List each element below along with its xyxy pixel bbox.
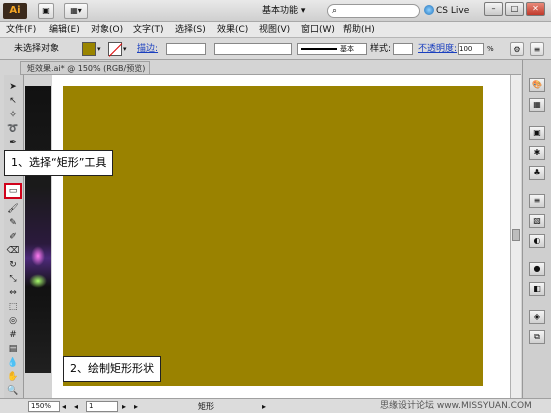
stroke-color-swatch[interactable] [108, 42, 122, 56]
previous-page-icon[interactable]: ◂ [74, 401, 78, 412]
magic-wand-tool-icon[interactable]: ✧ [6, 109, 20, 121]
layers-panel-icon[interactable]: ◈ [529, 310, 545, 324]
swatches-panel-icon[interactable]: ▣ [529, 126, 545, 140]
menu-object[interactable]: 对象(O) [91, 24, 123, 36]
paintbrush-tool-icon[interactable]: 🖌 [6, 203, 20, 215]
maximize-button[interactable]: □ [505, 2, 524, 16]
free-transform-tool-icon[interactable]: ⬚ [6, 301, 20, 313]
brush-stroke-preview [301, 48, 337, 50]
arrange-documents-button[interactable]: ▦▾ [64, 3, 88, 19]
eyedropper-tool-icon[interactable]: 💧 [6, 357, 20, 369]
graphic-style-dropdown[interactable] [393, 43, 413, 55]
stroke-weight-field[interactable] [166, 43, 206, 55]
document-setup-button[interactable]: ⚙ [510, 42, 524, 56]
first-page-icon[interactable]: ◂ [62, 401, 66, 412]
gradient-tool-icon[interactable]: ▤ [6, 343, 20, 355]
step2-callout: 2、绘制矩形形状 [63, 356, 161, 382]
width-tool-icon[interactable]: ⇔ [6, 287, 20, 299]
opacity-unit: % [487, 45, 494, 53]
menu-window[interactable]: 窗口(W) [301, 24, 335, 36]
minimize-button[interactable]: – [484, 2, 503, 16]
background-image-strip [25, 86, 51, 373]
stroke-weight-label[interactable]: 描边: [137, 44, 158, 55]
brush-definition[interactable]: 基本 [297, 43, 367, 55]
status-menu-icon[interactable]: ▸ [262, 401, 266, 412]
menu-type[interactable]: 文字(T) [133, 24, 164, 36]
cs-live-button[interactable]: CS Live ▾ [424, 4, 474, 30]
search-icon: ⌕ [332, 6, 338, 16]
style-label: 样式: [370, 44, 392, 54]
selection-status: 未选择对象 [14, 44, 60, 54]
control-bar: 未选择对象 ▾ ▾ 描边: 基本 样式: 不透明度: 100 % ⚙ ≡ [0, 38, 551, 60]
zoom-field[interactable]: 150% [28, 401, 60, 412]
transparency-panel-icon[interactable]: ◐ [529, 234, 545, 248]
pencil-tool-icon[interactable]: ✎ [6, 217, 20, 229]
menu-view[interactable]: 视图(V) [259, 24, 290, 36]
menu-file[interactable]: 文件(F) [6, 24, 36, 36]
magenta-glow [31, 246, 45, 266]
eraser-tool-icon[interactable]: ⌫ [6, 245, 20, 257]
stroke-panel-icon[interactable]: ≡ [529, 194, 545, 208]
zoom-tool-icon[interactable]: 🔍 [6, 385, 20, 397]
pen-tool-icon[interactable]: ✒ [6, 137, 20, 149]
drawn-rectangle[interactable] [63, 86, 483, 386]
fill-color-swatch[interactable] [82, 42, 96, 56]
vertical-scrollbar[interactable] [510, 75, 521, 398]
gradient-panel-icon[interactable]: ▧ [529, 214, 545, 228]
tools-panel: ➤ ↖ ✧ ➰ ✒ T ╲ ▭ 🖌 ✎ ✐ ⌫ ↻ ⤡ ⇔ ⬚ ◎ # ▤ 💧 … [4, 75, 24, 400]
color-guide-icon[interactable]: ▦ [529, 98, 545, 112]
page-field[interactable]: 1 [86, 401, 118, 412]
control-panel-menu-icon[interactable]: ≡ [530, 42, 544, 56]
selection-tool-icon[interactable]: ➤ [6, 81, 20, 93]
watermark: 思缘设计论坛 www.MISSYUAN.COM [380, 401, 532, 411]
green-glow [29, 274, 47, 288]
stroke-dropdown-icon[interactable]: ▾ [123, 44, 127, 55]
variable-width-profile[interactable] [214, 43, 292, 55]
fill-dropdown-icon[interactable]: ▾ [97, 44, 101, 55]
opacity-field[interactable]: 100 [458, 43, 484, 55]
document-tab[interactable]: 矩效果.ai* @ 150% (RGB/预览) [20, 61, 150, 75]
hand-tool-icon[interactable]: ✋ [6, 371, 20, 383]
search-input[interactable]: ⌕ [327, 4, 420, 18]
menu-effect[interactable]: 效果(C) [217, 24, 248, 36]
menu-bar: 文件(F) 编辑(E) 对象(O) 文字(T) 选择(S) 效果(C) 视图(V… [0, 22, 551, 38]
appearance-panel-icon[interactable]: ● [529, 262, 545, 276]
app-logo: Ai [3, 3, 27, 19]
graphic-styles-panel-icon[interactable]: ◧ [529, 282, 545, 296]
symbols-panel-icon[interactable]: ♣ [529, 166, 545, 180]
lasso-tool-icon[interactable]: ➰ [6, 123, 20, 135]
workspace-switcher[interactable]: 基本功能 ▾ [262, 4, 322, 18]
blob-brush-tool-icon[interactable]: ✐ [6, 231, 20, 243]
status-bar: 150% ◂ ◂ 1 ▸ ▸ 矩形 ▸ 思缘设计论坛 www.MISSYUAN.… [0, 398, 551, 413]
scrollbar-thumb[interactable] [512, 229, 520, 241]
shape-builder-tool-icon[interactable]: ◎ [6, 315, 20, 327]
close-button[interactable]: ✕ [526, 2, 545, 16]
right-panel-dock: 🎨 ▦ ▣ ✱ ♣ ≡ ▧ ◐ ● ◧ ◈ ⧉ [522, 60, 551, 400]
brushes-panel-icon[interactable]: ✱ [529, 146, 545, 160]
direct-selection-tool-icon[interactable]: ↖ [6, 95, 20, 107]
next-page-icon[interactable]: ▸ [122, 401, 126, 412]
opacity-label[interactable]: 不透明度: [418, 44, 457, 55]
title-bar: Ai ▣ ▦▾ 基本功能 ▾ ⌕ CS Live ▾ – □ ✕ [0, 0, 551, 30]
current-tool-status[interactable]: 矩形 [198, 401, 214, 412]
color-panel-icon[interactable]: 🎨 [529, 78, 545, 92]
mesh-tool-icon[interactable]: # [6, 329, 20, 341]
menu-edit[interactable]: 编辑(E) [49, 24, 80, 36]
last-page-icon[interactable]: ▸ [134, 401, 138, 412]
artboards-panel-icon[interactable]: ⧉ [529, 330, 545, 344]
bridge-button[interactable]: ▣ [38, 3, 54, 19]
rotate-tool-icon[interactable]: ↻ [6, 259, 20, 271]
menu-select[interactable]: 选择(S) [175, 24, 206, 36]
scale-tool-icon[interactable]: ⤡ [6, 273, 20, 285]
cs-live-icon [424, 5, 434, 15]
menu-help[interactable]: 帮助(H) [343, 24, 375, 36]
rectangle-tool-icon[interactable]: ▭ [4, 183, 22, 199]
step1-callout: 1、选择“矩形”工具 [4, 150, 114, 176]
